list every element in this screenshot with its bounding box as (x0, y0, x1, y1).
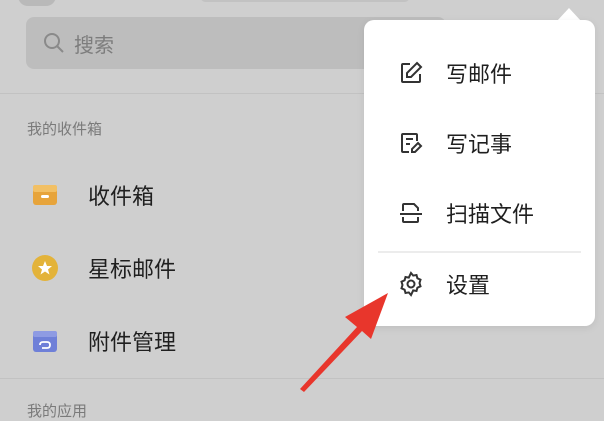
inbox-icon (29, 179, 61, 211)
compose-icon (396, 58, 426, 88)
menu-item-compose[interactable]: 写邮件 (364, 43, 595, 103)
menu-item-label: 写邮件 (446, 63, 513, 88)
list-item-label: 附件管理 (88, 331, 177, 356)
settings-icon (396, 269, 426, 299)
list-item-attachments[interactable]: 附件管理 (0, 316, 360, 366)
section-label-inbox: 我的收件箱 (27, 120, 103, 138)
list-item-starred[interactable]: 星标邮件 (0, 243, 360, 293)
divider (0, 378, 604, 379)
back-button[interactable] (18, 0, 56, 6)
top-bar (0, 0, 604, 8)
menu-divider (378, 251, 581, 253)
menu-item-label: 写记事 (446, 133, 513, 158)
list-item-label: 收件箱 (88, 185, 155, 210)
search-icon (40, 29, 68, 57)
account-title (200, 0, 410, 2)
menu-item-label: 扫描文件 (446, 203, 535, 228)
scan-icon (396, 198, 426, 228)
star-icon (29, 252, 61, 284)
list-item-label: 星标邮件 (88, 258, 177, 283)
section-label-apps: 我的应用 (27, 402, 88, 420)
menu-item-label: 设置 (446, 274, 491, 299)
menu-item-note[interactable]: 写记事 (364, 113, 595, 173)
attachment-icon (29, 325, 61, 357)
menu-item-settings[interactable]: 设置 (364, 254, 595, 314)
menu-item-scan[interactable]: 扫描文件 (364, 183, 595, 243)
list-item-inbox[interactable]: 收件箱 (0, 170, 360, 220)
popup-menu: 写邮件 写记事 扫描文件 设置 (364, 20, 595, 326)
search-placeholder: 搜索 (74, 32, 114, 57)
note-icon (396, 128, 426, 158)
